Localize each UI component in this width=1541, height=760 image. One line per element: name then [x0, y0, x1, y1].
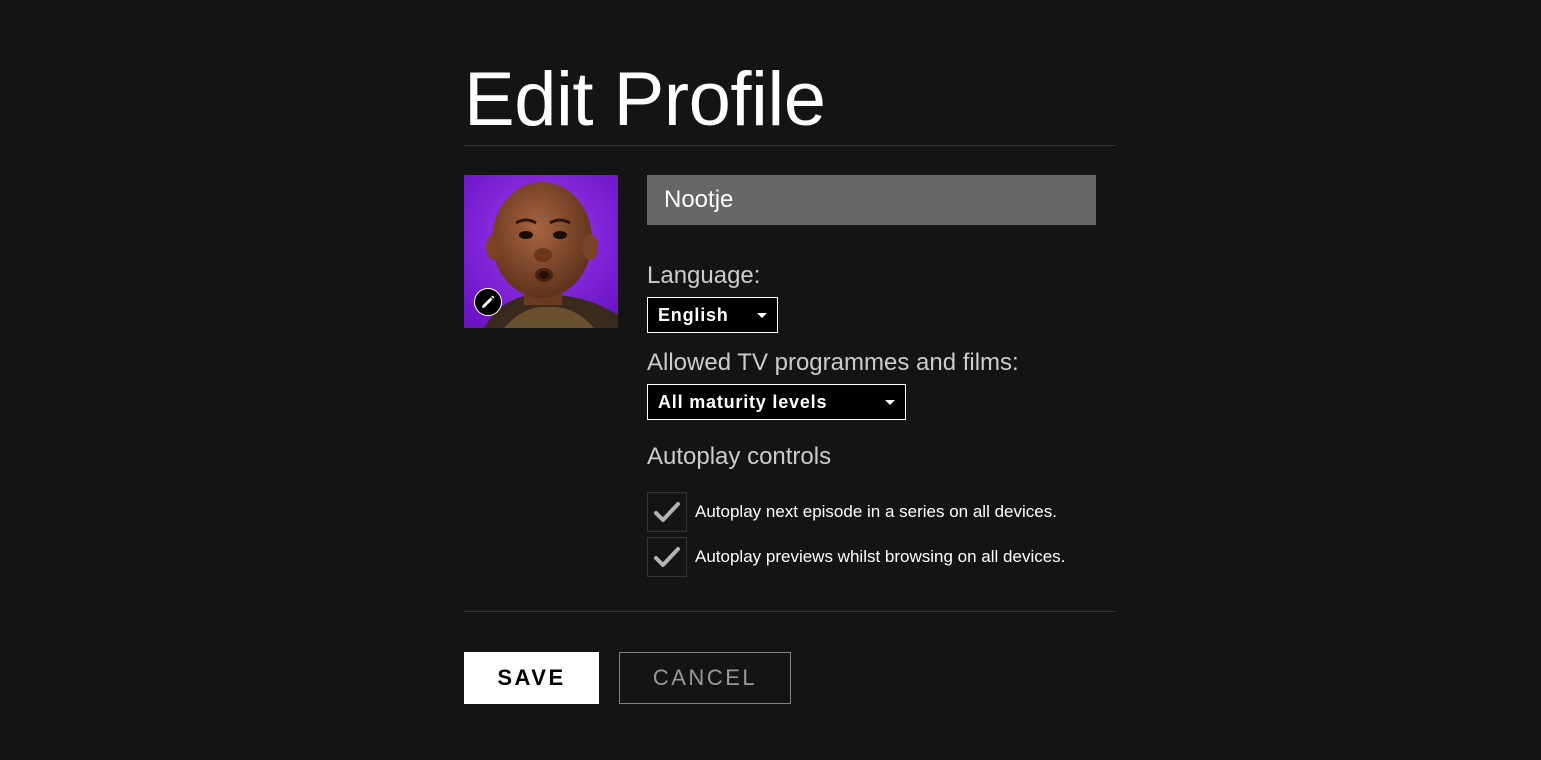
- autoplay-next-episode-label: Autoplay next episode in a series on all…: [695, 502, 1057, 521]
- edit-profile-container: Edit Profile Nootje Language: English Al…: [464, 55, 1116, 704]
- edit-profile-page: Edit Profile Nootje Language: English Al…: [0, 0, 1541, 760]
- autoplay-next-episode-checkbox[interactable]: [647, 492, 687, 532]
- checkmark-icon: [654, 547, 680, 567]
- language-select[interactable]: English: [647, 297, 778, 333]
- maturity-selected-value: All maturity levels: [658, 392, 828, 412]
- chevron-down-icon: [757, 313, 767, 318]
- autoplay-previews-option: Autoplay previews whilst browsing on all…: [647, 537, 1065, 577]
- top-divider: [464, 145, 1116, 146]
- maturity-label: Allowed TV programmes and films:: [647, 349, 1019, 376]
- profile-name-input[interactable]: [647, 175, 1096, 225]
- save-button[interactable]: SAVE: [464, 652, 599, 704]
- edit-avatar-button[interactable]: [474, 288, 502, 316]
- pencil-icon: [482, 295, 495, 308]
- autoplay-previews-label: Autoplay previews whilst browsing on all…: [695, 547, 1066, 566]
- autoplay-next-episode-option: Autoplay next episode in a series on all…: [647, 492, 1057, 532]
- profile-fields: Language: English Allowed TV programmes …: [647, 175, 1116, 577]
- language-label: Language:: [647, 262, 761, 289]
- chevron-down-icon: [885, 400, 895, 405]
- autoplay-previews-checkbox[interactable]: [647, 537, 687, 577]
- profile-avatar[interactable]: [464, 175, 618, 328]
- language-selected-value: English: [658, 305, 729, 325]
- checkmark-icon: [654, 502, 680, 522]
- maturity-select[interactable]: All maturity levels: [647, 384, 906, 420]
- cancel-button[interactable]: CANCEL: [619, 652, 791, 704]
- autoplay-heading: Autoplay controls: [647, 443, 832, 470]
- bottom-divider: [464, 611, 1116, 612]
- page-title: Edit Profile: [464, 57, 826, 142]
